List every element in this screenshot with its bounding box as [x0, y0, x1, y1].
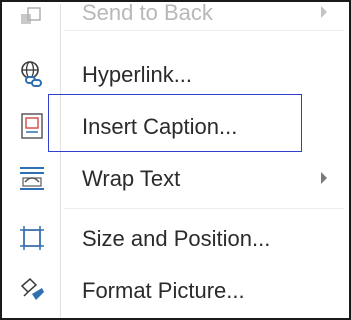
context-menu: Send to Back Hyperlink... Insert Caption… — [4, 0, 349, 318]
menu-item-label: Format Picture... — [82, 278, 245, 303]
menu-item-label: Wrap Text — [82, 166, 181, 191]
send-to-back-icon — [18, 0, 46, 28]
insert-caption-icon — [18, 112, 46, 140]
menu-item-label: Size and Position... — [82, 226, 271, 251]
hyperlink-globe-icon — [18, 60, 46, 88]
menu-item-send-to-back[interactable]: Send to Back — [4, 0, 349, 38]
menu-separator — [64, 208, 344, 209]
wrap-text-icon — [18, 164, 46, 192]
menu-separator — [64, 30, 344, 31]
insert-caption-highlight-box — [48, 94, 302, 152]
menu-item-hyperlink[interactable]: Hyperlink... — [4, 48, 349, 100]
menu-item-label: Hyperlink... — [82, 62, 193, 87]
screenshot-frame: Send to Back Hyperlink... Insert Caption… — [0, 0, 351, 320]
format-picture-brush-icon — [18, 276, 46, 304]
menu-item-label: Send to Back — [82, 0, 213, 25]
size-position-icon — [18, 224, 46, 252]
submenu-arrow-icon — [321, 6, 327, 18]
menu-item-format-picture[interactable]: Format Picture... — [4, 264, 349, 316]
menu-item-size-and-position[interactable]: Size and Position... — [4, 212, 349, 264]
submenu-arrow-icon — [321, 172, 327, 184]
menu-item-wrap-text[interactable]: Wrap Text — [4, 152, 349, 204]
